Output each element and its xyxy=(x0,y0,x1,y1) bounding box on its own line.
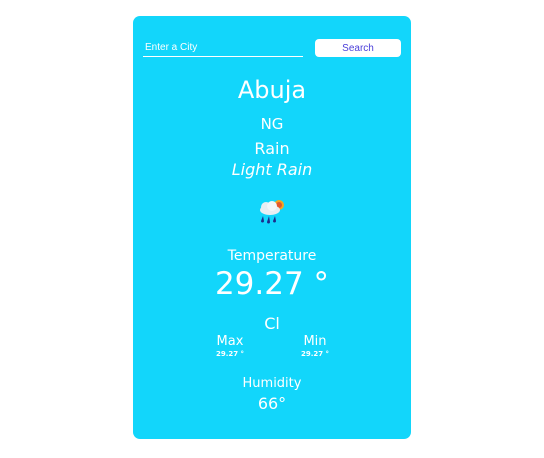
city-input[interactable] xyxy=(143,39,303,57)
max-temperature: Max 29.27 ° xyxy=(200,334,260,359)
weather-main: Rain xyxy=(254,139,290,158)
temperature-value: 29.27 ° xyxy=(214,266,330,302)
max-label: Max xyxy=(216,334,244,349)
min-temperature: Min 29.27 ° xyxy=(285,334,345,359)
min-label: Min xyxy=(303,334,327,349)
unit-label: Cl xyxy=(264,314,280,333)
weather-card: Search Abuja NG Rain Light Rain Temperat… xyxy=(133,16,411,439)
search-button[interactable]: Search xyxy=(315,39,401,57)
country-code: NG xyxy=(260,115,284,133)
weather-description: Light Rain xyxy=(231,160,313,179)
weather-icon-container xyxy=(133,196,411,226)
max-value: 29.27 ° xyxy=(215,350,245,358)
temperature-label: Temperature xyxy=(227,248,317,264)
city-name: Abuja xyxy=(237,76,307,104)
min-value: 29.27 ° xyxy=(300,350,330,358)
rain-cloud-sun-icon xyxy=(260,200,284,224)
search-bar: Search xyxy=(143,39,401,59)
humidity-label: Humidity xyxy=(242,376,302,391)
humidity-value: 66° xyxy=(257,394,287,413)
